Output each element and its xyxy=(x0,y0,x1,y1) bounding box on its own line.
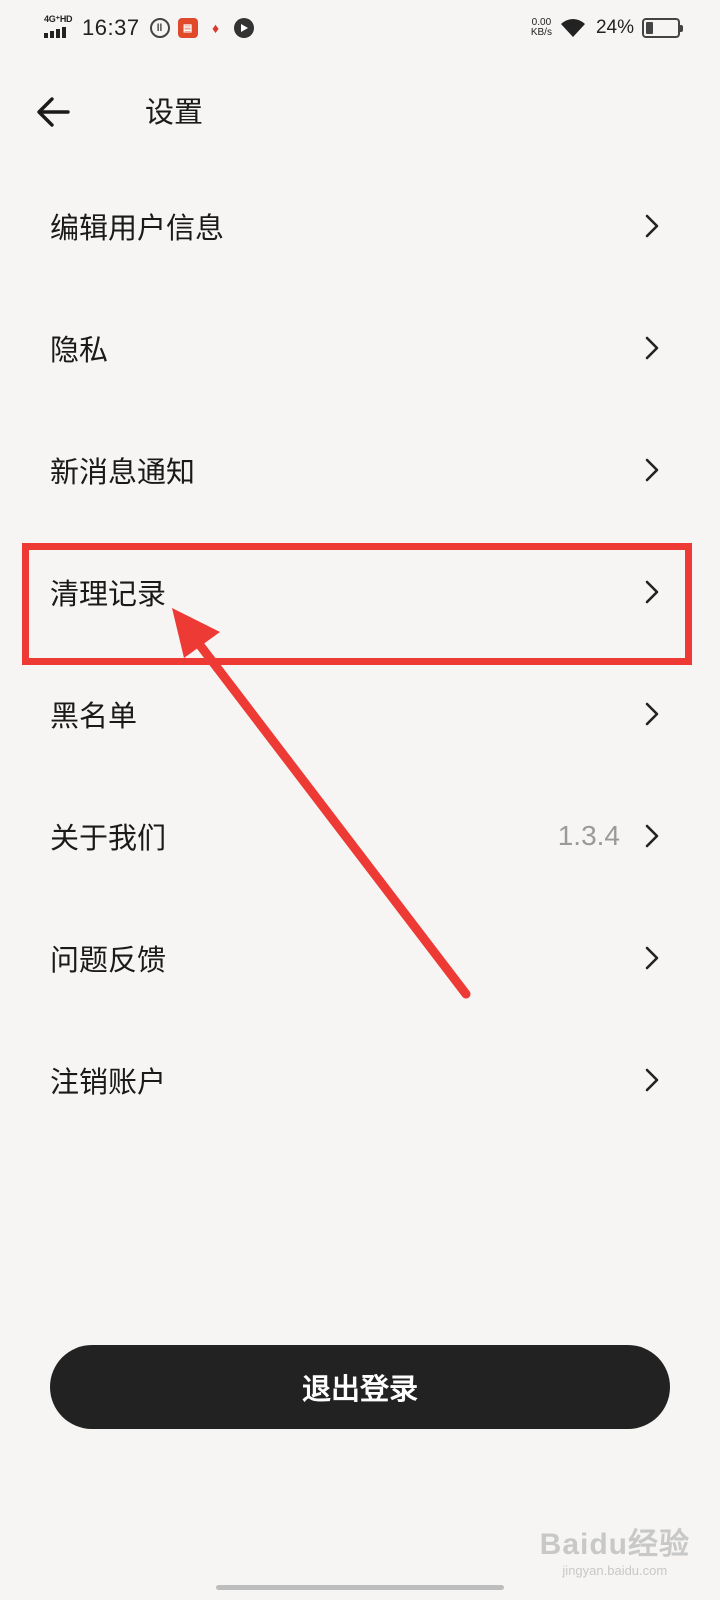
wifi-icon xyxy=(560,19,585,37)
battery-icon xyxy=(642,18,683,38)
menu-item-label: 问题反馈 xyxy=(50,943,167,977)
chevron-right-icon xyxy=(645,1068,659,1092)
menu-item-label: 隐私 xyxy=(50,333,109,367)
video-play-icon xyxy=(233,18,254,38)
page-title: 设置 xyxy=(145,95,204,129)
notification-app-icon: ll xyxy=(149,18,170,38)
status-bar-right: 0.00 KB/s 24% xyxy=(531,17,683,39)
chevron-right-icon xyxy=(645,824,659,848)
network-type: 4G⁺HD xyxy=(44,14,73,24)
network-speed-unit: KB/s xyxy=(530,27,552,38)
menu-item-label: 注销账户 xyxy=(50,1065,167,1099)
chevron-right-icon xyxy=(645,214,659,238)
logout-button[interactable]: 退出登录 xyxy=(50,1345,670,1429)
network-speed: 0.00 KB/s xyxy=(531,18,552,38)
chevron-right-icon xyxy=(645,702,659,726)
arrow-left-icon xyxy=(37,97,70,127)
header: 设置 xyxy=(0,78,720,144)
chevron-right-icon xyxy=(645,458,659,482)
battery-percent: 24% xyxy=(595,17,634,38)
home-indicator[interactable] xyxy=(216,1585,504,1590)
battery-fill xyxy=(646,22,654,34)
cellular-signal-icon: 4G⁺HD xyxy=(44,14,74,42)
location-pin-icon: ♦ xyxy=(211,20,220,36)
back-button[interactable] xyxy=(34,92,74,132)
annotation-highlight-box xyxy=(22,543,692,665)
watermark-brand: Baidu经验 xyxy=(539,1528,690,1561)
status-bar: 4G⁺HD 16:37 ll ▤ ♦ 0.00 KB/s 24% xyxy=(0,0,720,56)
menu-item-notifications[interactable]: 新消息通知 xyxy=(0,409,720,531)
app-version: 1.3.4 xyxy=(557,820,620,851)
chevron-right-icon xyxy=(645,946,659,970)
menu-item-delete-account[interactable]: 注销账户 xyxy=(0,1019,720,1141)
menu-item-privacy[interactable]: 隐私 xyxy=(0,287,720,409)
menu-item-label: 关于我们 xyxy=(50,821,167,855)
menu-item-label: 新消息通知 xyxy=(50,455,196,489)
menu-item-label: 黑名单 xyxy=(50,699,138,733)
status-time: 16:37 xyxy=(82,15,140,40)
status-bar-left: 4G⁺HD 16:37 ll ▤ ♦ xyxy=(44,14,262,42)
notification-news-icon: ▤ xyxy=(177,18,198,38)
menu-item-label: 编辑用户信息 xyxy=(50,211,225,245)
watermark-url: jingyan.baidu.com xyxy=(562,1563,668,1578)
menu-item-feedback[interactable]: 问题反馈 xyxy=(0,897,720,1019)
menu-item-about-us[interactable]: 关于我们 1.3.4 xyxy=(0,775,720,897)
baidu-watermark: Baidu经验 jingyan.baidu.com xyxy=(540,1519,690,1578)
menu-item-edit-profile[interactable]: 编辑用户信息 xyxy=(0,165,720,287)
menu-item-blacklist[interactable]: 黑名单 xyxy=(0,653,720,775)
chevron-right-icon xyxy=(645,336,659,360)
